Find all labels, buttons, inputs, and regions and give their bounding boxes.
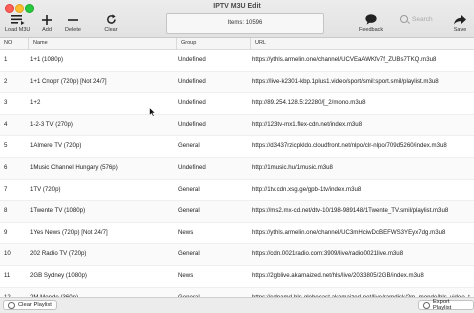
clear-button[interactable]: Clear bbox=[103, 13, 119, 33]
row-group: News bbox=[178, 228, 194, 236]
row-no: 5 bbox=[4, 142, 8, 150]
row-url: http://123tv-mx1.flex-cdn.net/index.m3u8 bbox=[252, 120, 363, 128]
row-name: 202 Radio TV (720p) bbox=[30, 250, 87, 258]
table-row[interactable]: 3 1+2 Undefined http://89.254.128.5:22280/[… bbox=[0, 93, 474, 115]
clear-playlist-button[interactable]: Clear Playlist bbox=[3, 300, 57, 310]
row-group: Undefined bbox=[178, 163, 206, 171]
row-no: 11 bbox=[4, 271, 11, 279]
app-window: IPTV M3U Edit Load M3U Add Delete Clear … bbox=[0, 0, 474, 313]
column-header-url[interactable]: URL bbox=[250, 38, 474, 49]
row-no: 7 bbox=[4, 185, 8, 193]
row-url: https://live-k2301-kbp.1plus1.video/spor… bbox=[252, 77, 439, 85]
row-name: 1Twente TV (1080p) bbox=[30, 207, 86, 215]
row-url: https://d3437rzicpkldo.cloudfront.net/nl… bbox=[252, 142, 447, 150]
row-group: Undefined bbox=[178, 120, 206, 128]
table-row[interactable]: 8 1Twente TV (1080p) General https://ms2.mx… bbox=[0, 201, 474, 223]
table-row[interactable]: 10 202 Radio TV (720p) General https://cdn.… bbox=[0, 244, 474, 266]
load-m3u-button[interactable]: Load M3U bbox=[5, 13, 30, 33]
row-group: News bbox=[178, 271, 194, 279]
row-no: 1 bbox=[4, 56, 8, 63]
export-playlist-button[interactable]: Export Playlist bbox=[418, 299, 474, 311]
feedback-label: Feedback bbox=[359, 27, 384, 33]
bottom-bar: Clear Playlist Export Playlist bbox=[0, 297, 474, 313]
minus-icon bbox=[65, 13, 81, 26]
row-group: General bbox=[178, 185, 200, 193]
row-name: 2GB Sydney (1080p) bbox=[30, 271, 87, 279]
row-url: https://ythls.armelin.one/channel/UC3mHc… bbox=[252, 228, 446, 236]
row-no: 4 bbox=[4, 120, 8, 128]
row-url: http://1music.hu/1music.m3u8 bbox=[252, 163, 333, 171]
column-header-group[interactable]: Group bbox=[176, 38, 250, 49]
row-no: 8 bbox=[4, 207, 8, 215]
toolbar: IPTV M3U Edit Load M3U Add Delete Clear … bbox=[0, 0, 474, 38]
table-row[interactable]: 1 1+1 (1080p) Undefined https://ythls.armel… bbox=[0, 50, 474, 72]
column-header-no[interactable]: NO bbox=[0, 38, 28, 49]
search-placeholder: Search bbox=[412, 15, 433, 23]
row-no: 2 bbox=[4, 77, 8, 85]
clear-circle-icon bbox=[8, 301, 15, 309]
table-row[interactable]: 11 2GB Sydney (1080p) News https://2gblive.… bbox=[0, 266, 474, 288]
share-arrow-icon bbox=[452, 13, 468, 26]
row-no: 3 bbox=[4, 99, 8, 107]
add-button[interactable]: Add bbox=[39, 13, 55, 33]
mouse-cursor-icon bbox=[149, 107, 156, 117]
row-no: 10 bbox=[4, 250, 11, 258]
search-field[interactable]: Search bbox=[400, 14, 448, 24]
row-group: General bbox=[178, 142, 200, 150]
row-group: General bbox=[178, 250, 200, 258]
refresh-icon bbox=[103, 13, 119, 26]
save-button[interactable]: Save bbox=[452, 13, 468, 33]
load-m3u-label: Load M3U bbox=[5, 27, 31, 33]
table-row[interactable]: 2 1+1 Спорт (720p) [Not 24/7] Undefined htt… bbox=[0, 71, 474, 94]
table-row[interactable]: 4 1-2-3 TV (270p) Undefined http://123tv-mx… bbox=[0, 114, 474, 137]
items-count: Items: 10596 bbox=[166, 13, 324, 34]
row-group: General bbox=[178, 207, 200, 215]
table-row[interactable]: 9 1Yes News (720p) [Not 24/7] News https://… bbox=[0, 223, 474, 245]
row-name: 1TV (720p) bbox=[30, 185, 61, 193]
export-circle-icon bbox=[423, 301, 430, 309]
row-no: 9 bbox=[4, 228, 8, 236]
table-row[interactable]: 5 1Almere TV (720p) General https://d3437rz… bbox=[0, 136, 474, 158]
row-url: https://ythls.armelin.one/channel/UCVEaA… bbox=[252, 56, 437, 63]
column-header-name[interactable]: Name bbox=[28, 38, 176, 49]
row-group: Undefined bbox=[178, 99, 206, 107]
feedback-button[interactable]: Feedback bbox=[359, 13, 383, 33]
playlist-table: 1 1+1 (1080p) Undefined https://ythls.armel… bbox=[0, 50, 474, 310]
add-label: Add bbox=[42, 27, 52, 33]
row-url: http://1tv.cdn.xsg.ge/gpb-1tv/index.m3u8 bbox=[252, 185, 362, 193]
plus-icon bbox=[39, 13, 55, 26]
clear-playlist-label: Clear Playlist bbox=[18, 302, 52, 308]
clear-label: Clear bbox=[104, 27, 118, 33]
save-label: Save bbox=[453, 27, 467, 33]
chat-bubble-icon bbox=[363, 13, 379, 26]
row-name: 1Music Channel Hungary (576p) bbox=[30, 163, 118, 171]
row-no: 6 bbox=[4, 163, 8, 171]
row-name: 1Almere TV (720p) bbox=[30, 142, 82, 150]
window-title: IPTV M3U Edit bbox=[213, 3, 261, 10]
row-name: 1+1 (1080p) bbox=[30, 56, 64, 63]
search-icon bbox=[400, 15, 408, 23]
table-row[interactable]: 7 1TV (720p) General http://1tv.cdn.xsg.ge/… bbox=[0, 180, 474, 202]
delete-button[interactable]: Delete bbox=[65, 13, 81, 33]
row-group: Undefined bbox=[178, 56, 206, 63]
table-header: NO Name Group URL bbox=[0, 38, 474, 50]
row-url: https://2gblive.akamaized.net/hls/live/2… bbox=[252, 271, 424, 279]
table-row[interactable]: 6 1Music Channel Hungary (576p) Undefined h… bbox=[0, 157, 474, 180]
delete-label: Delete bbox=[65, 27, 81, 33]
list-icon bbox=[10, 13, 26, 26]
export-playlist-label: Export Playlist bbox=[432, 299, 452, 311]
row-url: https://cdn.0021radio.com:3909/live/radi… bbox=[252, 250, 404, 258]
row-url: https://ms2.mx-cd.net/dtv-10/198-989148/… bbox=[252, 207, 449, 215]
row-name: 1-2-3 TV (270p) bbox=[30, 120, 73, 128]
row-name: 1+1 Спорт (720p) [Not 24/7] bbox=[30, 77, 107, 85]
row-name: 1Yes News (720p) [Not 24/7] bbox=[30, 228, 108, 236]
row-url: http://89.254.128.5:22280/[_2/mono.m3u8 bbox=[252, 99, 366, 107]
row-group: Undefined bbox=[178, 77, 206, 85]
